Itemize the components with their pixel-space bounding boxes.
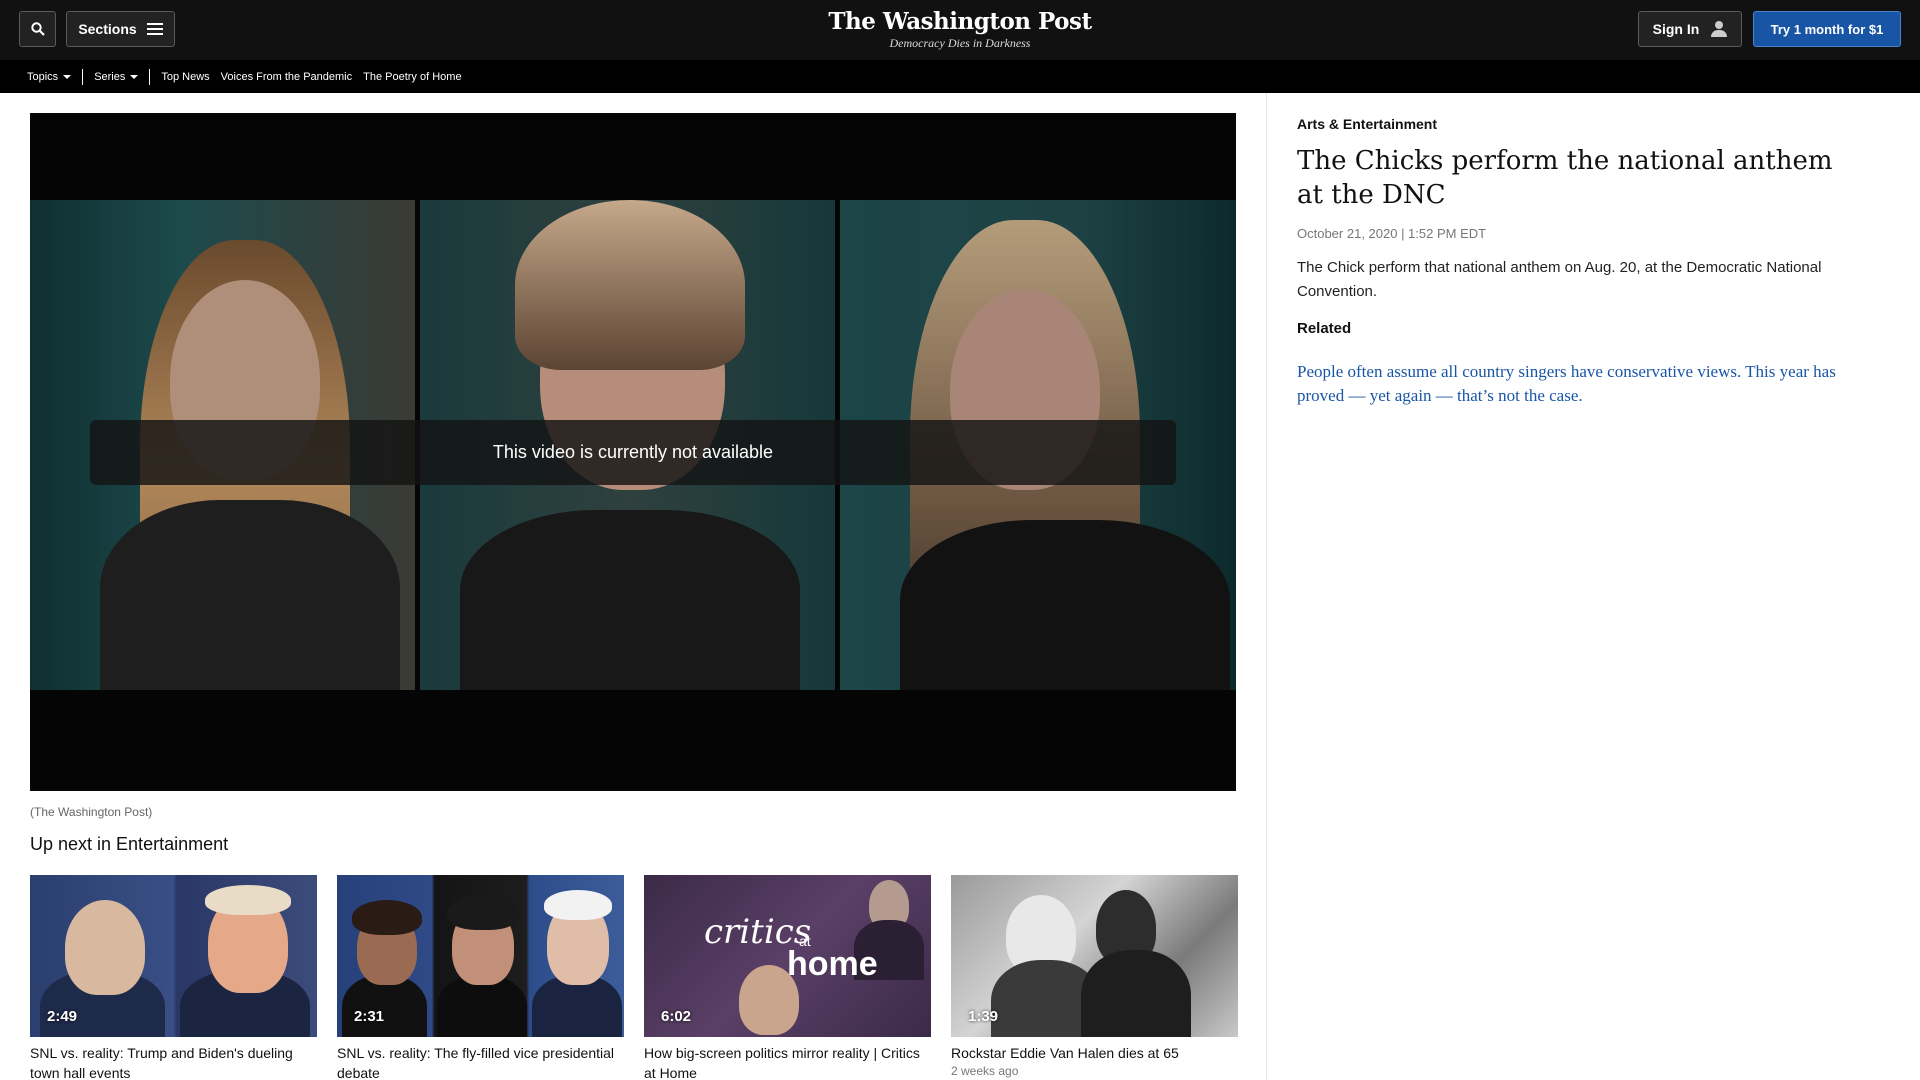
caret-down-icon bbox=[130, 74, 139, 79]
video-duration: 1:39 bbox=[968, 1008, 999, 1025]
subnav-series-label: Series bbox=[94, 70, 126, 83]
masthead-title[interactable]: The Washington Post bbox=[0, 8, 1920, 36]
subscribe-button[interactable]: Try 1 month for $1 bbox=[1753, 11, 1901, 47]
video-duration: 2:49 bbox=[47, 1008, 78, 1025]
sub-navigation: Topics Series Top News Voices From the P… bbox=[0, 60, 1920, 93]
video-card[interactable]: 1:39 Rockstar Eddie Van Halen dies at 65… bbox=[951, 875, 1238, 1080]
subnav-topics[interactable]: Topics bbox=[27, 70, 72, 83]
up-next-heading: Up next in Entertainment bbox=[30, 834, 229, 854]
video-duration: 6:02 bbox=[661, 1008, 692, 1025]
video-thumbnail[interactable]: critics at home 6:02 bbox=[644, 875, 931, 1037]
video-thumbnail[interactable]: 1:39 bbox=[951, 875, 1238, 1037]
subnav-top-news[interactable]: Top News bbox=[161, 71, 209, 83]
user-icon bbox=[1711, 21, 1728, 37]
video-card-title[interactable]: SNL vs. reality: The fly-filled vice pre… bbox=[337, 1043, 624, 1080]
video-duration: 2:31 bbox=[354, 1008, 385, 1025]
video-card[interactable]: 2:49 SNL vs. reality: Trump and Biden's … bbox=[30, 875, 317, 1080]
sign-in-label: Sign In bbox=[1652, 21, 1700, 37]
thumbnail-text: home bbox=[787, 945, 878, 983]
caret-down-icon bbox=[63, 74, 72, 79]
video-card-title[interactable]: How big-screen politics mirror reality |… bbox=[644, 1043, 931, 1080]
video-card-title[interactable]: SNL vs. reality: Trump and Biden's dueli… bbox=[30, 1043, 317, 1080]
subnav-series[interactable]: Series bbox=[94, 70, 139, 83]
video-unavailable-message: This video is currently not available bbox=[90, 420, 1176, 485]
video-thumbnail[interactable]: 2:31 bbox=[337, 875, 624, 1037]
video-credit: (The Washington Post) bbox=[30, 805, 153, 819]
subnav-topics-label: Topics bbox=[27, 70, 59, 83]
subnav-separator bbox=[82, 68, 84, 85]
related-heading: Related bbox=[1297, 320, 1352, 337]
sign-in-button[interactable]: Sign In bbox=[1638, 11, 1742, 47]
related-article-link[interactable]: People often assume all country singers … bbox=[1297, 360, 1877, 408]
publish-date: October 21, 2020 | 1:52 PM EDT bbox=[1297, 226, 1487, 241]
up-next-list: 2:49 SNL vs. reality: Trump and Biden's … bbox=[30, 875, 1238, 1080]
video-card[interactable]: 2:31 SNL vs. reality: The fly-filled vic… bbox=[337, 875, 624, 1080]
video-card[interactable]: critics at home 6:02 How big-screen poli… bbox=[644, 875, 931, 1080]
video-card-timestamp: 2 weeks ago bbox=[951, 1064, 1019, 1078]
masthead[interactable]: The Washington Post Democracy Dies in Da… bbox=[0, 8, 1920, 50]
video-player[interactable]: This video is currently not available bbox=[30, 113, 1236, 791]
masthead-tagline: Democracy Dies in Darkness bbox=[889, 36, 1031, 50]
top-header: Sections The Washington Post Democracy D… bbox=[0, 0, 1920, 60]
column-divider bbox=[1266, 93, 1267, 1080]
video-description: The Chick perform that national anthem o… bbox=[1297, 259, 1822, 300]
subnav-voices-pandemic[interactable]: Voices From the Pandemic bbox=[221, 71, 352, 83]
video-title: The Chicks perform the national anthem a… bbox=[1297, 146, 1833, 210]
subnav-poetry-of-home[interactable]: The Poetry of Home bbox=[363, 71, 461, 83]
subnav-separator bbox=[149, 68, 151, 85]
thumbnail-text: critics bbox=[704, 912, 812, 952]
video-thumbnail[interactable]: 2:49 bbox=[30, 875, 317, 1037]
section-kicker[interactable]: Arts & Entertainment bbox=[1297, 116, 1437, 132]
video-card-title[interactable]: Rockstar Eddie Van Halen dies at 65 bbox=[951, 1043, 1238, 1063]
